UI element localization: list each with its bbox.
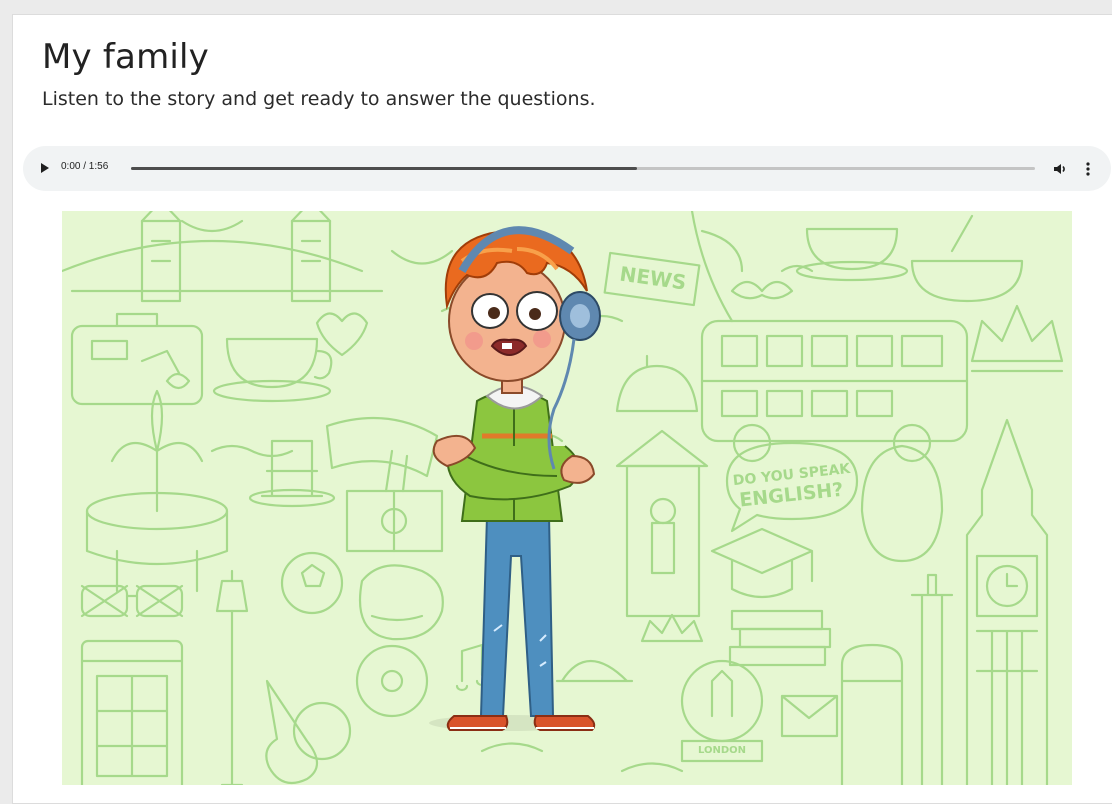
audio-buffered-fill	[131, 167, 638, 170]
story-illustration: DO YOU SPEAK ENGLISH? NEWS LONDON	[62, 211, 1072, 785]
page-title: My family	[42, 37, 210, 77]
lesson-instruction: Listen to the story and get ready to ans…	[42, 88, 596, 110]
play-button[interactable]	[37, 160, 53, 176]
more-options-icon	[1086, 162, 1090, 176]
audio-player[interactable]: 0:00 / 1:56	[23, 146, 1111, 191]
lesson-card: My family Listen to the story and get re…	[12, 14, 1112, 804]
volume-icon	[1054, 164, 1065, 174]
audio-time-display: 0:00 / 1:56	[61, 161, 109, 172]
london-doodle-scene: DO YOU SPEAK ENGLISH? NEWS LONDON	[62, 211, 1072, 785]
play-icon	[41, 163, 49, 173]
london-badge-text: LONDON	[698, 745, 746, 756]
volume-button[interactable]	[1052, 161, 1068, 177]
audio-seek-bar[interactable]	[131, 167, 1035, 170]
more-options-button[interactable]	[1081, 160, 1095, 178]
